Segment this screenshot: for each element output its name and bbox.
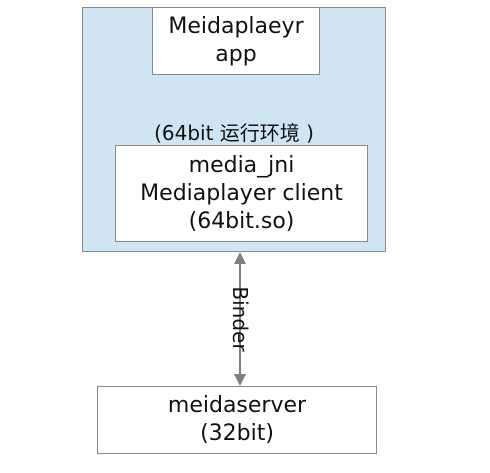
binder-arrowhead-down <box>234 374 246 386</box>
diagram-canvas: Meidaplaeyr app (64bit 运行环境 ) media_jni … <box>0 0 490 473</box>
binder-label: Binder <box>228 286 252 352</box>
server-box-title: meidaserver <box>167 393 307 418</box>
mediaserver-box: meidaserver (32bit) <box>97 386 377 454</box>
server-box-arch: (32bit) <box>200 421 274 446</box>
binder-arrowhead-up <box>234 252 246 264</box>
